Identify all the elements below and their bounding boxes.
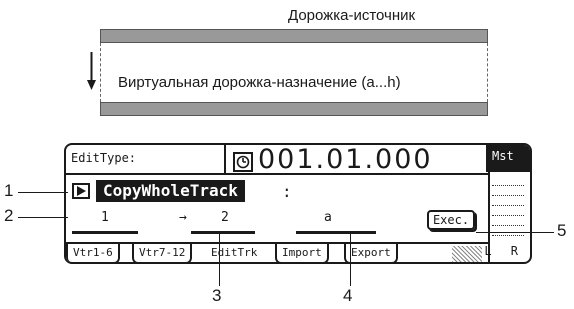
meter-segment [492, 235, 524, 236]
play-icon[interactable] [72, 183, 90, 199]
lcd-screen: EditType: 001.01.000 Mst L R CopyWholeTr… [64, 143, 532, 264]
arrow-icon: → [179, 210, 187, 225]
source-track-label: Дорожка-источник [288, 7, 416, 24]
header-separator [66, 173, 490, 175]
callout-5-leader [476, 232, 554, 233]
destination-track-underline [191, 231, 255, 234]
copy-range-left-edge [100, 43, 101, 102]
callout-1-leader [18, 192, 68, 193]
callout-1: 1 [4, 181, 14, 200]
callout-3: 3 [212, 286, 222, 305]
callout-5: 5 [557, 221, 567, 240]
copy-range-right-edge [487, 43, 488, 102]
master-meter-label: Mst [486, 145, 530, 172]
callout-4: 4 [343, 286, 353, 305]
source-track-bar [100, 29, 488, 43]
callout-2: 2 [4, 206, 14, 225]
virtual-track-value[interactable]: a [324, 210, 332, 225]
exec-button[interactable]: Exec. [427, 210, 475, 230]
destination-track-value[interactable]: 2 [221, 210, 229, 225]
destination-track-bar [100, 102, 488, 116]
source-track-underline [72, 231, 138, 234]
edit-type-label: EditType: [71, 151, 137, 165]
tab-import[interactable]: Import [275, 244, 329, 262]
tab-export[interactable]: Export [344, 244, 398, 262]
colon: : [282, 182, 292, 201]
callout-4-leader [350, 232, 351, 286]
meter-segment [492, 205, 524, 206]
destination-track-label: Виртуальная дорожка-назначение (a...h) [118, 74, 401, 91]
tab-vtr1-6[interactable]: Vtr1-6 [66, 244, 120, 262]
location-counter: 001.01.000 [258, 144, 433, 175]
source-track-value[interactable]: 1 [101, 210, 109, 225]
edit-type-value[interactable]: CopyWholeTrack [96, 180, 245, 202]
meter-segment [492, 225, 524, 226]
meter-segment [492, 215, 524, 216]
callout-2-leader [18, 217, 68, 218]
meter-segment [492, 195, 524, 196]
down-arrow-icon [87, 52, 96, 90]
virtual-track-underline [296, 231, 376, 234]
callout-3-leader [219, 232, 220, 286]
header-divider [224, 145, 226, 173]
meter-segment [492, 185, 524, 186]
meter-channel-labels: L R [484, 244, 524, 258]
tab-vtr7-12[interactable]: Vtr7-12 [132, 244, 193, 262]
tab-bar-filler [452, 246, 482, 262]
tab-edittrk[interactable]: EditTrk [206, 244, 263, 262]
clock-icon [233, 152, 253, 172]
